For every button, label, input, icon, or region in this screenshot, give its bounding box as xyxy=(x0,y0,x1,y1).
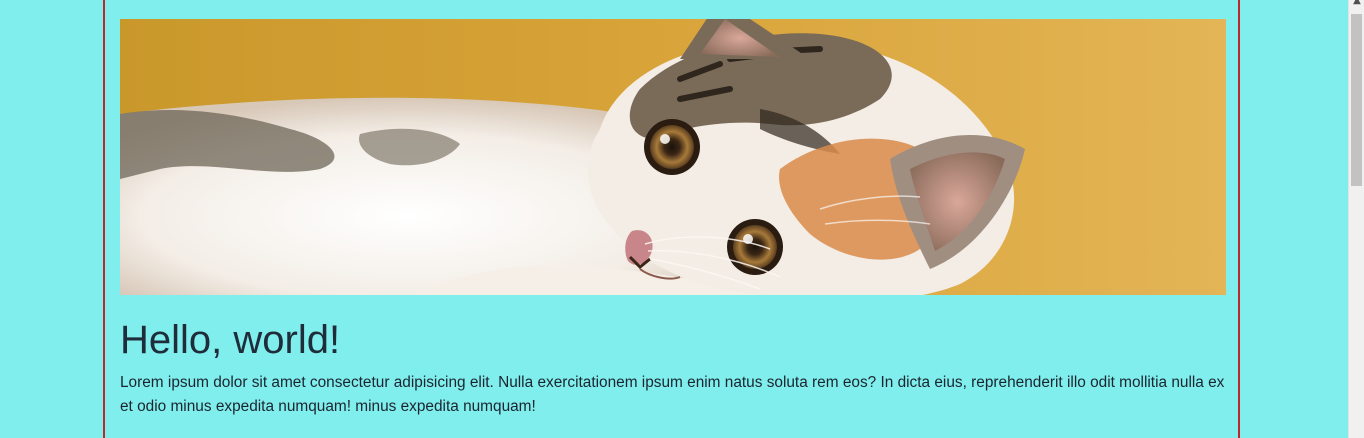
scroll-thumb[interactable] xyxy=(1351,14,1362,186)
kitten-photo xyxy=(120,19,1226,295)
hero-image xyxy=(120,19,1226,295)
content-container: Hello, world! Lorem ipsum dolor sit amet… xyxy=(103,0,1240,438)
scroll-up-arrow-icon[interactable]: ▲ xyxy=(1349,0,1364,7)
browser-viewport: Hello, world! Lorem ipsum dolor sit amet… xyxy=(0,0,1364,438)
page-title: Hello, world! xyxy=(120,318,341,362)
body-paragraph: Lorem ipsum dolor sit amet consectetur a… xyxy=(120,374,1225,415)
vertical-scrollbar[interactable]: ▲ xyxy=(1348,0,1364,438)
